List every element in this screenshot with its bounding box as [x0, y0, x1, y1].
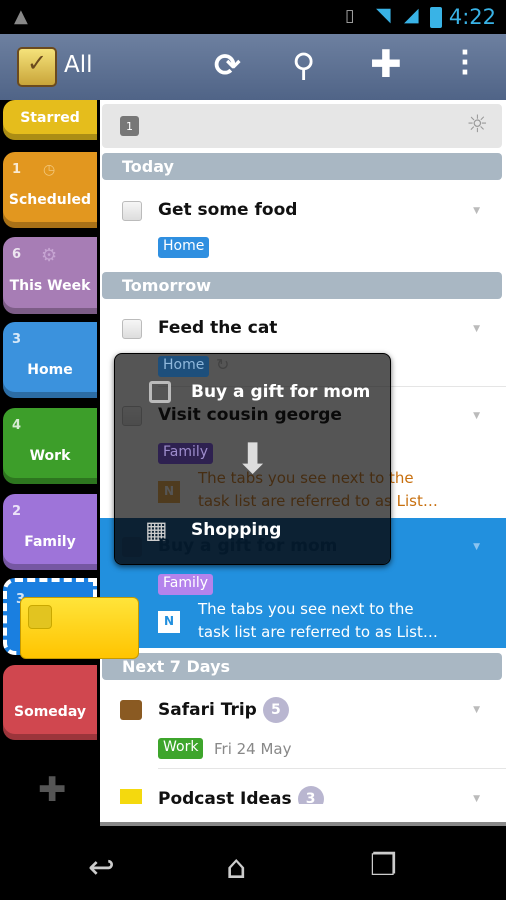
checkbox-icon — [28, 605, 52, 629]
task-checkbox[interactable] — [122, 319, 142, 339]
vibrate-icon: ▯ — [345, 6, 355, 26]
calendar-icon: 1 — [120, 116, 139, 136]
android-icon: ▲ — [14, 6, 28, 27]
note-icon: N — [158, 611, 180, 633]
app-logo-icon[interactable]: ✓ — [17, 47, 57, 87]
due-date: Fri 24 May — [214, 740, 292, 758]
recent-apps-icon[interactable]: ❐ — [370, 848, 397, 883]
task-title[interactable]: Get some food — [158, 200, 297, 220]
task-title[interactable]: Safari Trip 5 — [158, 697, 289, 723]
dragged-task-title: Buy a gift for mom — [191, 382, 371, 402]
back-icon[interactable]: ↩ — [88, 848, 115, 886]
arrow-down-icon: ⬇ — [235, 434, 271, 483]
section-next-7-days: Next 7 Days — [102, 653, 502, 680]
task-tag: Family — [158, 574, 214, 595]
expand-arrow-icon[interactable]: ▼ — [473, 206, 480, 216]
expand-arrow-icon[interactable]: ▼ — [473, 705, 480, 715]
expand-arrow-icon[interactable]: ▼ — [473, 411, 480, 421]
section-tomorrow: Tomorrow — [102, 272, 502, 299]
search-icon[interactable]: ⚲ — [292, 46, 315, 84]
tab-home[interactable]: 3 Home — [3, 322, 97, 398]
sync-icon[interactable]: ⟳ — [214, 46, 241, 84]
tab-work[interactable]: 4 Work — [3, 408, 97, 484]
status-bar: ▲ ▯ ◥ ◢ 4:22 — [0, 0, 506, 34]
dragged-task-card[interactable] — [20, 597, 139, 659]
task-title[interactable]: Visit cousin george — [158, 405, 342, 425]
sun-off-icon[interactable]: ☼ — [466, 110, 488, 138]
task-title[interactable]: Feed the cat — [158, 318, 277, 338]
navigation-bar: ↩ ⌂ ❐ — [0, 840, 506, 900]
task-tag: Work — [158, 738, 204, 759]
gear-icon: ⚙ — [41, 245, 58, 266]
task-title[interactable]: Podcast Ideas 3 — [158, 786, 324, 804]
battery-icon — [430, 7, 442, 28]
briefcase-icon — [120, 700, 142, 720]
task-checkbox[interactable] — [122, 201, 142, 221]
expand-arrow-icon[interactable]: ▼ — [473, 542, 480, 552]
expand-arrow-icon[interactable]: ▼ — [473, 324, 480, 334]
subtask-count-badge: 5 — [262, 697, 289, 723]
checkbox-icon — [149, 381, 171, 403]
task-tag: Home — [158, 237, 210, 258]
task-tag: Family — [158, 443, 214, 464]
add-icon[interactable]: ✚ — [370, 42, 402, 86]
list-title[interactable]: All — [64, 52, 93, 78]
expand-arrow-icon[interactable]: ▼ — [473, 794, 480, 804]
signal-icon: ◢ — [404, 4, 419, 26]
task-note: The tabs you see next to thetask list ar… — [198, 600, 438, 641]
drag-overlay: Buy a gift for mom ⬇ ▦ Shopping — [114, 353, 391, 565]
tab-scheduled[interactable]: 1 ◷ Scheduled — [3, 152, 97, 228]
list-icon — [120, 789, 142, 804]
overflow-menu-icon[interactable]: · · · — [460, 40, 470, 86]
clock-icon: ◷ — [43, 162, 56, 178]
divider — [158, 768, 506, 769]
task-row-clipped[interactable]: Podcast Ideas 3 ▼ — [100, 780, 506, 804]
clock: 4:22 — [448, 5, 496, 29]
task-tag: Home — [158, 356, 210, 377]
tab-someday[interactable]: Someday — [3, 665, 97, 740]
add-list-button[interactable]: ✚ — [38, 770, 67, 810]
date-bar[interactable]: 1 ☼ — [102, 104, 502, 148]
subtask-count-badge: 3 — [297, 786, 324, 804]
tab-this-week[interactable]: 6 ⚙ This Week — [3, 237, 97, 314]
task-title[interactable]: Buy a gift for mom — [158, 536, 337, 556]
section-today: Today — [102, 153, 502, 180]
home-icon[interactable]: ⌂ — [226, 848, 246, 886]
tab-family[interactable]: 2 Family — [3, 494, 97, 570]
tab-starred[interactable]: Starred — [3, 100, 97, 140]
wifi-icon: ◥ — [376, 4, 391, 26]
